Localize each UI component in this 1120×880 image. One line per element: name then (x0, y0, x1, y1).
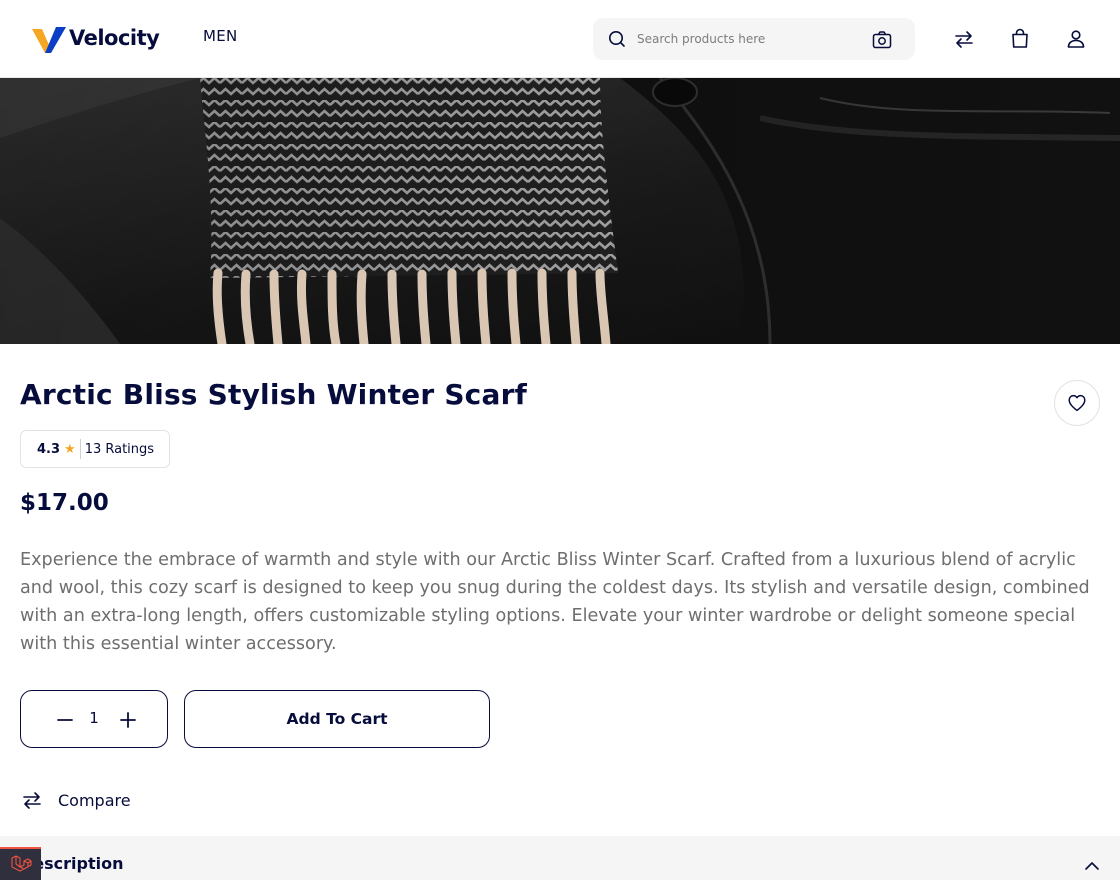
search-bar (593, 18, 915, 60)
product-description: Experience the embrace of warmth and sty… (20, 550, 1090, 654)
compare-link[interactable]: Compare (20, 788, 131, 812)
minus-icon[interactable] (53, 708, 77, 732)
nav-item-men[interactable]: MEN (203, 27, 238, 45)
compare-label: Compare (58, 790, 131, 810)
quantity-value: 1 (89, 709, 99, 727)
heart-icon (1068, 394, 1086, 412)
logo-mark-icon (32, 27, 66, 53)
compare-icon (23, 792, 41, 809)
product-image[interactable] (0, 78, 1120, 344)
chevron-up-icon[interactable] (1080, 854, 1104, 878)
product-title: Arctic Bliss Stylish Winter Scarf (20, 378, 527, 411)
plus-icon[interactable] (116, 708, 140, 732)
search-input[interactable] (637, 18, 857, 60)
rating-badge[interactable]: 4.3 ★ 13 Ratings (20, 430, 170, 468)
site-header: Velocity MEN (0, 0, 1120, 78)
ratings-count: 13 Ratings (84, 441, 155, 457)
product-price: $17.00 (20, 490, 109, 516)
rating-value: 4.3 (37, 441, 61, 457)
camera-icon[interactable] (871, 29, 893, 51)
add-to-cart-button[interactable]: Add To Cart (184, 690, 490, 748)
compare-icon[interactable] (952, 27, 976, 51)
shopping-bag-icon[interactable] (1008, 27, 1032, 51)
quantity-stepper: 1 (20, 690, 168, 748)
star-icon: ★ (64, 441, 76, 457)
description-accordion[interactable]: Description (0, 836, 1120, 880)
user-icon[interactable] (1064, 27, 1088, 51)
logo[interactable]: Velocity (32, 22, 160, 54)
logo-text: Velocity (69, 26, 160, 50)
rating-divider (79, 439, 81, 459)
laravel-icon (10, 854, 32, 872)
search-icon[interactable] (607, 29, 627, 49)
wishlist-button[interactable] (1054, 380, 1100, 426)
laravel-badge[interactable] (0, 847, 41, 880)
